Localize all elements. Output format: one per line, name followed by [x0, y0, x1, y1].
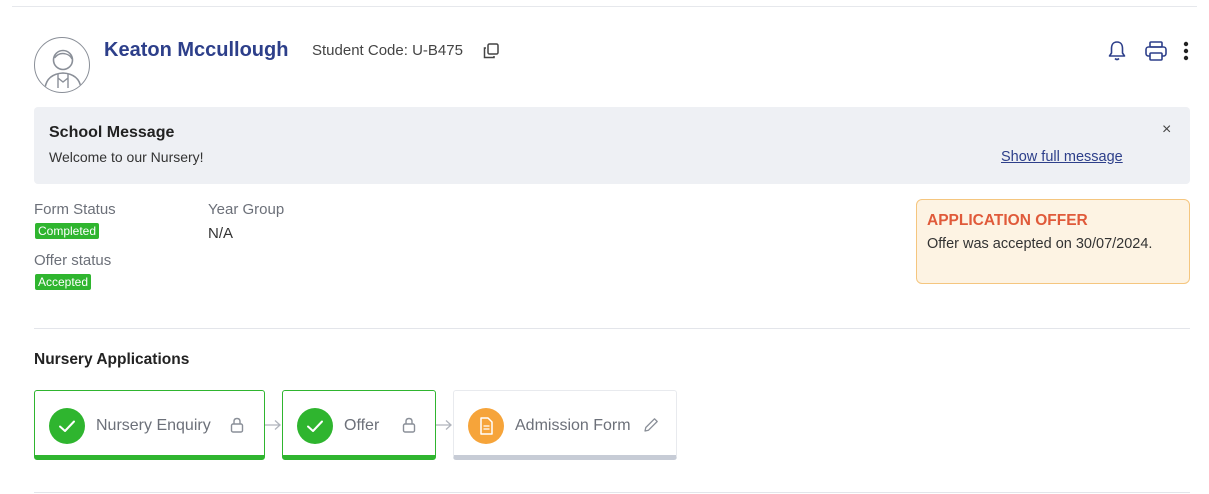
form-status-label: Form Status	[34, 201, 116, 218]
application-offer-title: APPLICATION OFFER	[927, 212, 1088, 229]
school-message-box: School Message Welcome to our Nursery! ×…	[34, 107, 1190, 184]
check-icon	[49, 408, 85, 444]
print-icon[interactable]	[1144, 40, 1168, 62]
student-code: Student Code: U-B475	[312, 42, 463, 59]
top-divider	[12, 6, 1197, 7]
close-message-button[interactable]: ×	[1162, 121, 1171, 139]
document-icon	[468, 408, 504, 444]
offer-status-badge: Accepted	[35, 274, 92, 290]
application-offer-text: Offer was accepted on 30/07/2024.	[927, 236, 1153, 252]
application-offer-box: APPLICATION OFFER Offer was accepted on …	[916, 199, 1190, 284]
arrow-right-icon	[264, 418, 282, 432]
nursery-applications-title: Nursery Applications	[34, 351, 190, 368]
form-status-badge: Completed	[35, 223, 100, 239]
lock-icon	[228, 416, 246, 434]
step-offer[interactable]: Offer	[282, 390, 436, 460]
student-name: Keaton Mccullough	[104, 39, 289, 61]
more-options-icon[interactable]	[1178, 40, 1194, 62]
student-avatar	[34, 37, 90, 93]
step-admission-form[interactable]: Admission Form	[453, 390, 677, 460]
arrow-right-icon	[435, 418, 453, 432]
section-divider	[34, 328, 1190, 329]
offer-status-label: Offer status	[34, 252, 112, 269]
school-message-text: Welcome to our Nursery!	[49, 149, 204, 165]
copy-icon[interactable]	[482, 42, 500, 60]
avatar-icon	[44, 49, 82, 89]
year-group-label: Year Group	[208, 201, 285, 218]
bottom-divider	[34, 492, 1190, 493]
step-nursery-enquiry[interactable]: Nursery Enquiry	[34, 390, 265, 460]
lock-icon	[400, 416, 418, 434]
notification-bell-icon[interactable]	[1107, 40, 1127, 62]
school-message-title: School Message	[49, 124, 175, 141]
check-icon	[297, 408, 333, 444]
step-label: Nursery Enquiry	[96, 417, 211, 434]
year-group-value: N/A	[208, 225, 234, 242]
show-full-message-link[interactable]: Show full message	[1001, 149, 1123, 165]
step-label: Admission Form	[515, 417, 631, 434]
pencil-icon[interactable]	[642, 416, 660, 434]
step-label: Offer	[344, 417, 380, 434]
